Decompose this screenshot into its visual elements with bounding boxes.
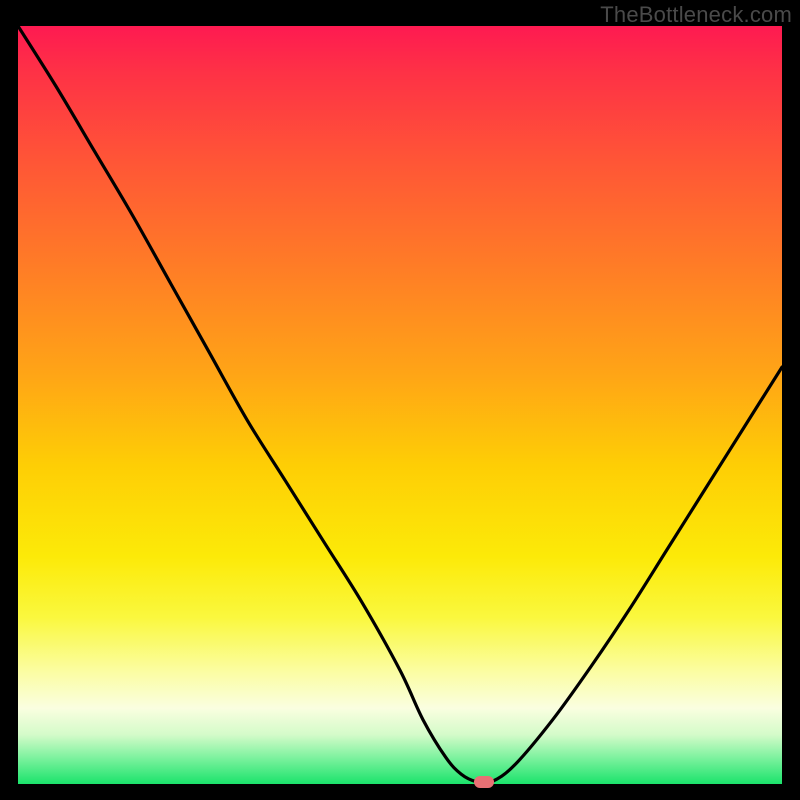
chart-container: TheBottleneck.com	[0, 0, 800, 800]
bottleneck-curve	[18, 26, 782, 784]
plot-area	[18, 26, 782, 784]
watermark-text: TheBottleneck.com	[600, 2, 792, 28]
curve-path	[18, 26, 782, 783]
min-point-marker	[474, 776, 494, 788]
